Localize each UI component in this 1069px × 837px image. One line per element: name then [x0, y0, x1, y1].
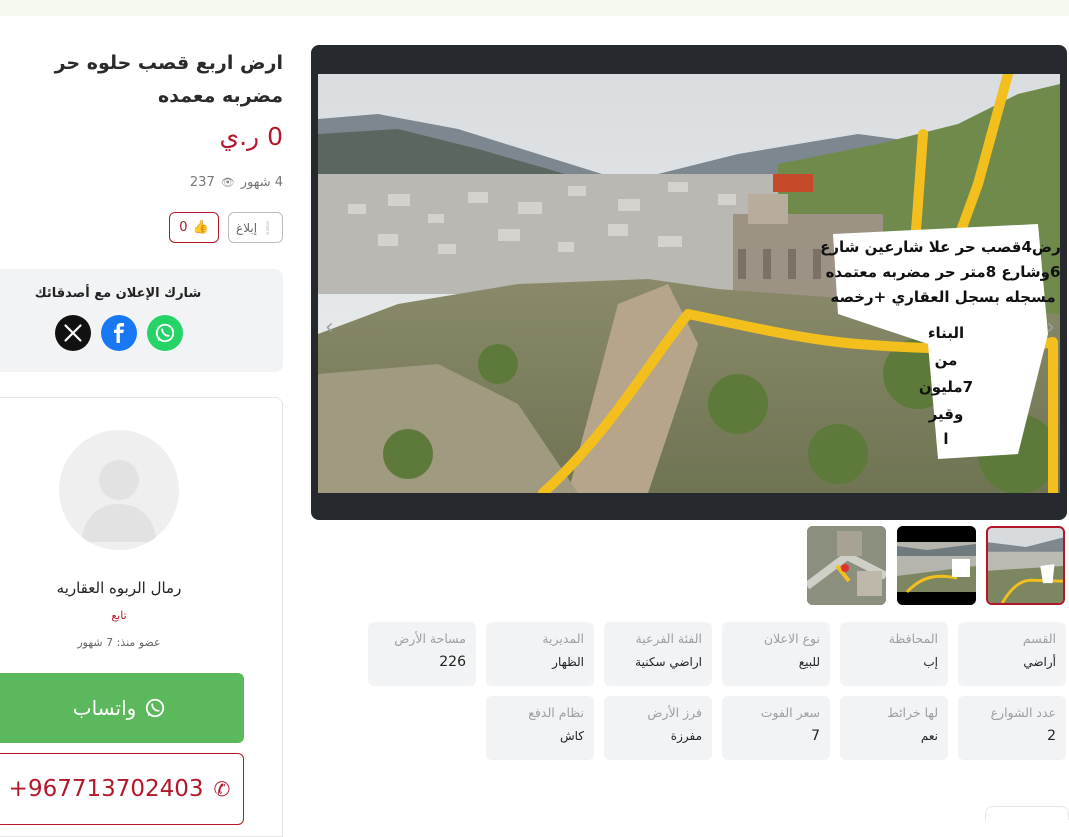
detail-label: القسم	[1022, 631, 1056, 646]
detail-land-sorting: فرز الأرض مفرزة	[604, 696, 712, 760]
detail-category: القسم أراضي	[958, 622, 1066, 686]
detail-label: سعر الفوت	[760, 705, 820, 720]
phone-icon: ✆	[213, 777, 231, 801]
landscape-thumbnail-image	[897, 526, 976, 605]
overlay-line: ارض4قصب حر علا شارعين شارع	[820, 238, 1060, 256]
image-gallery[interactable]: ارض4قصب حر علا شارعين شارع 6وشارع 8متر ح…	[311, 45, 1067, 520]
map-thumbnail-image	[807, 526, 886, 605]
listing-meta: 4 شهور 👁 237	[190, 175, 283, 190]
detail-foot-price: سعر الفوت 7	[722, 696, 830, 760]
detail-land-area: مساحة الأرض 226	[368, 622, 476, 686]
detail-value: للبيع	[798, 655, 820, 669]
detail-label: فرز الأرض	[647, 705, 702, 720]
thumbnail-map[interactable]	[807, 526, 886, 605]
detail-label: لها خرائط	[887, 705, 938, 720]
x-share-button[interactable]	[55, 315, 91, 351]
detail-value: 226	[439, 654, 466, 670]
call-button[interactable]: +967713702403 ✆	[0, 753, 244, 825]
detail-value: كاش	[559, 729, 584, 743]
detail-value: اراضي سكنية	[635, 655, 702, 669]
member-since: عضو منذ: 7 شهور	[77, 636, 161, 649]
thumbs-up-icon: 👍	[192, 220, 209, 235]
gallery-next-chevron-icon[interactable]: ›	[1046, 315, 1055, 340]
listing-age: 4 شهور	[240, 175, 283, 190]
gallery-prev-chevron-icon[interactable]: ‹	[325, 315, 334, 340]
detail-label: نوع الاعلان	[763, 631, 820, 646]
detail-payment-system: نظام الدفع كاش	[486, 696, 594, 760]
overlay-line: وقير	[928, 405, 964, 423]
listing-price: 0 ر.ي	[219, 122, 283, 151]
detail-value: إب	[923, 655, 938, 669]
detail-district: المديرية الظهار	[486, 622, 594, 686]
x-icon	[64, 324, 82, 342]
overlay-line: 6وشارع 8متر حر مضربه معتمده	[826, 263, 1060, 281]
overlay-line: من	[935, 351, 958, 369]
main-thumbnail-image	[988, 528, 1063, 603]
detail-value: نعم	[920, 729, 938, 743]
overlay-line: ا	[943, 430, 948, 448]
detail-label: المديرية	[542, 631, 584, 646]
listing-views: 237	[189, 175, 215, 190]
whatsapp-icon	[155, 323, 175, 343]
whatsapp-icon	[146, 698, 165, 718]
overlay-line: مسجله بسجل العقاري +رخصه	[830, 288, 1055, 307]
report-button[interactable]: ❕ إبلاغ	[228, 212, 283, 243]
detail-governorate: المحافظة إب	[840, 622, 948, 686]
detail-label: المحافظة	[888, 631, 938, 646]
seller-name[interactable]: رمال الربوه العقاريه	[0, 579, 238, 597]
detail-label: نظام الدفع	[528, 705, 584, 720]
alert-icon: ❕	[260, 220, 275, 235]
detail-value: 7	[811, 728, 820, 744]
thumbnail-main-active[interactable]	[986, 526, 1065, 605]
share-title: شارك الإعلان مع أصدقائك	[34, 286, 202, 301]
facebook-share-button[interactable]	[101, 315, 137, 351]
detail-label: مساحة الأرض	[394, 631, 466, 646]
detail-label: الفئة الفرعية	[635, 631, 703, 646]
overlay-line: 7مليون	[919, 378, 973, 396]
whatsapp-contact-button[interactable]: واتساب	[0, 673, 244, 743]
facebook-icon	[114, 323, 124, 343]
detail-value: مفرزة	[670, 729, 702, 743]
detail-ad-type: نوع الاعلان للبيع	[722, 622, 830, 686]
detail-value: أراضي	[1023, 655, 1056, 669]
phone-number: +967713702403	[8, 776, 204, 802]
detail-label: عدد الشوارع	[990, 705, 1056, 720]
overlay-line: البناء	[928, 324, 964, 342]
main-photo[interactable]: ارض4قصب حر علا شارعين شارع 6وشارع 8متر ح…	[318, 74, 1060, 493]
land-photo-image: ارض4قصب حر علا شارعين شارع 6وشارع 8متر ح…	[318, 74, 1060, 493]
top-bar	[0, 0, 1069, 16]
report-label: إبلاغ	[236, 220, 258, 235]
detail-streets-count: عدد الشوارع 2	[958, 696, 1066, 760]
user-silhouette-icon	[81, 460, 157, 542]
thumbnail-landscape[interactable]	[897, 526, 976, 605]
eye-icon: 👁	[220, 176, 235, 189]
detail-subcategory: الفئة الفرعية اراضي سكنية	[604, 622, 712, 686]
like-count: 0	[179, 220, 188, 235]
detail-has-maps: لها خرائط نعم	[840, 696, 948, 760]
share-panel: شارك الإعلان مع أصدقائك	[0, 269, 283, 372]
bottom-card-edge	[985, 806, 1069, 820]
whatsapp-label: واتساب	[72, 696, 137, 720]
detail-value: 2	[1047, 728, 1056, 744]
listing-title: ارض اربع قصب حلوه حر مضربه معمده	[54, 52, 283, 107]
whatsapp-share-button[interactable]	[147, 315, 183, 351]
follow-link[interactable]: تابع	[0, 609, 238, 622]
seller-avatar[interactable]	[59, 430, 179, 550]
like-button[interactable]: 0 👍	[169, 212, 219, 243]
detail-value: الظهار	[552, 655, 584, 669]
